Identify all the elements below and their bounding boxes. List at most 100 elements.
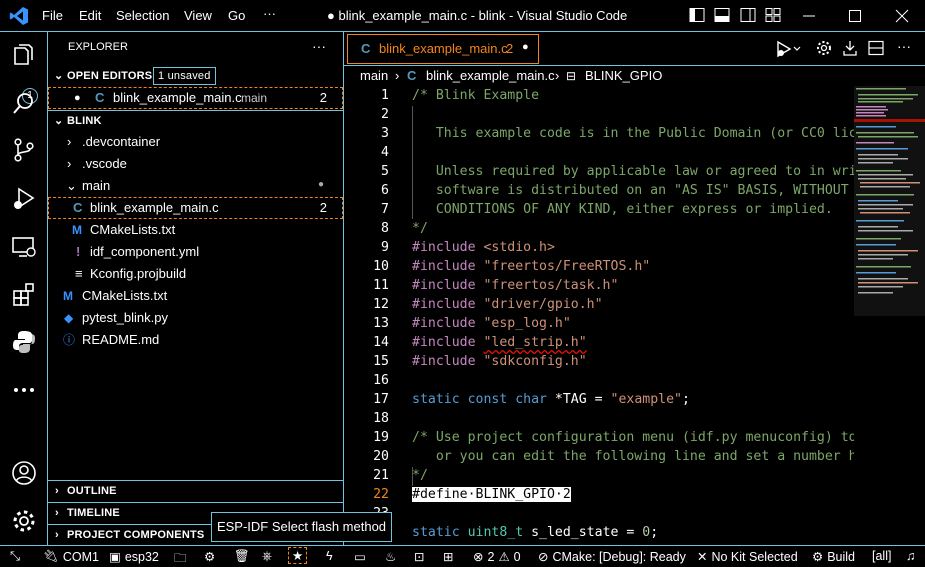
- tree-item-devcontainer[interactable]: › .devcontainer: [48, 131, 343, 153]
- menu-view[interactable]: View: [184, 8, 212, 23]
- code-text: CONDITIONS OF ANY KIND, either express o…: [412, 202, 833, 217]
- vscode-logo-icon[interactable]: [9, 6, 29, 26]
- preprocessor-keyword: #include: [412, 259, 484, 274]
- download-icon[interactable]: [842, 40, 858, 56]
- open-folder-icon[interactable]: 🗀: [174, 549, 187, 567]
- build-target-item[interactable]: [all]: [872, 549, 891, 563]
- tree-item-blink-main[interactable]: C blink_example_main.c 2: [48, 197, 343, 219]
- line-number: 10: [373, 259, 389, 274]
- minimize-icon[interactable]: [802, 9, 816, 23]
- code-editor[interactable]: 1 /* Blink Example 2 3 This example code is…: [344, 86, 854, 545]
- tree-item-kconfig[interactable]: ≡ Kconfig.projbuild: [48, 263, 343, 285]
- explorer-icon[interactable]: [11, 42, 37, 68]
- open-editor-item[interactable]: ● C blink_example_main.c main 2: [48, 87, 343, 109]
- remote-indicator-icon[interactable]: ⤡: [10, 549, 20, 564]
- serial-port-label: COM1: [62, 549, 99, 564]
- line-number: 18: [373, 411, 389, 426]
- line-number: 4: [381, 145, 389, 160]
- maximize-icon[interactable]: [848, 9, 862, 23]
- minimap[interactable]: [854, 86, 925, 545]
- select-flash-method-star-icon[interactable]: ★: [288, 547, 308, 564]
- trash-icon[interactable]: 🗑︎: [234, 549, 250, 564]
- chevron-down-icon: ⌄: [66, 178, 77, 193]
- tree-item-main[interactable]: ⌄ main ●: [48, 175, 343, 197]
- line-number: 1: [381, 88, 389, 103]
- code-line: #include "sdkconfig.h": [412, 354, 587, 369]
- monitor-icon[interactable]: ▭: [354, 549, 366, 564]
- chevron-right-icon: ›: [67, 156, 72, 171]
- tree-item-idf-component[interactable]: ! idf_component.yml: [48, 241, 343, 263]
- menu-selection[interactable]: Selection: [116, 8, 169, 23]
- breadcrumb-folder[interactable]: main: [360, 66, 388, 86]
- open-editors-header[interactable]: ⌄ OPEN EDITORS 1 unsaved: [48, 65, 343, 87]
- project-header[interactable]: ⌄ BLINK: [48, 110, 343, 132]
- editor-more-actions[interactable]: ···: [897, 38, 911, 54]
- close-icon[interactable]: [895, 9, 909, 23]
- flash-lightning-icon[interactable]: ϟ: [326, 549, 333, 563]
- customize-layout-icon[interactable]: [765, 7, 781, 23]
- tree-item-pytest[interactable]: ◆ pytest_blink.py: [48, 307, 343, 329]
- gear-icon[interactable]: [816, 40, 832, 56]
- problems-item[interactable]: ⊗ 2 ⚠︎ 0: [473, 549, 521, 565]
- menu-edit[interactable]: Edit: [79, 8, 101, 23]
- tree-item-cmakelists-root[interactable]: M CMakeLists.txt: [48, 285, 343, 307]
- code-text: */: [412, 468, 428, 483]
- include-path: "sdkconfig.h": [483, 354, 587, 369]
- code-line: This example code is in the Public Domai…: [412, 126, 854, 141]
- code-line: #include "freertos/FreeRTOS.h": [412, 259, 650, 274]
- tab-blink-example-main[interactable]: C blink_example_main.c 2 ●: [347, 34, 539, 64]
- breadcrumb-symbol[interactable]: BLINK_GPIO: [585, 66, 662, 86]
- unsaved-dot-icon[interactable]: ●: [74, 87, 81, 109]
- preprocessor-keyword: #include: [412, 316, 484, 331]
- terminal-icon[interactable]: ⊡: [414, 549, 424, 564]
- sdk-config-gear-icon[interactable]: ⚙: [204, 549, 215, 564]
- menu-more[interactable]: ···: [263, 6, 276, 21]
- editor-tab-bar: C blink_example_main.c 2 ● ···: [344, 32, 925, 66]
- build-item[interactable]: ⚙ Build: [812, 549, 856, 565]
- project-name: BLINK: [67, 115, 102, 127]
- tree-item-vscode[interactable]: › .vscode: [48, 153, 343, 175]
- chevron-right-icon: ›: [395, 68, 400, 83]
- settings-gear-icon[interactable]: [11, 508, 37, 534]
- toggle-secondary-sidebar-icon[interactable]: [740, 7, 756, 23]
- include-path: "freertos/task.h": [483, 278, 619, 293]
- sidebar-more-button[interactable]: ···: [312, 38, 326, 54]
- code-line: Unless required by applicable law or agr…: [412, 164, 854, 179]
- tree-item-readme[interactable]: ⓘ README.md: [48, 329, 343, 351]
- more-views-icon[interactable]: [11, 377, 37, 403]
- open-editor-filename: blink_example_main.c: [113, 90, 242, 105]
- menu-go[interactable]: Go: [228, 8, 245, 23]
- toggle-primary-sidebar-icon[interactable]: [689, 7, 705, 23]
- idf-target-item[interactable]: ▣ esp32: [109, 549, 159, 565]
- toggle-panel-icon[interactable]: [714, 7, 730, 23]
- outline-label: OUTLINE: [67, 485, 117, 497]
- serial-port-item[interactable]: 🔌︎ COM1: [43, 549, 99, 564]
- c-file-icon: C: [73, 200, 83, 215]
- tooltip: ESP-IDF Select flash method: [211, 512, 392, 542]
- extensions-icon[interactable]: [11, 282, 37, 308]
- remote-explorer-icon[interactable]: [11, 234, 37, 260]
- kit-selector-item[interactable]: ✕ No Kit Selected: [697, 549, 798, 565]
- run-code-icon[interactable]: [776, 40, 802, 58]
- code-line: CONDITIONS OF ANY KIND, either express o…: [412, 202, 833, 217]
- menu-file[interactable]: File: [42, 8, 63, 23]
- build-label: Build: [827, 549, 856, 564]
- search-icon[interactable]: [11, 90, 37, 116]
- cmake-file-icon: M: [72, 223, 82, 237]
- c-file-icon: C: [95, 90, 105, 105]
- accounts-icon[interactable]: [11, 460, 37, 486]
- source-control-icon[interactable]: [11, 137, 37, 163]
- python-icon[interactable]: [11, 329, 37, 355]
- split-editor-icon[interactable]: [868, 40, 884, 56]
- unsaved-dot-icon[interactable]: ●: [522, 41, 529, 53]
- outline-header[interactable]: › OUTLINE: [48, 480, 343, 502]
- tree-item-label: CMakeLists.txt: [82, 288, 168, 303]
- tasks-icon[interactable]: ⊞: [443, 549, 453, 564]
- cmake-status-item[interactable]: ⊘ CMake: [Debug]: Ready: [538, 549, 686, 565]
- notifications-bell-icon[interactable]: ♫: [906, 549, 915, 563]
- flame-icon[interactable]: ♨: [385, 549, 396, 564]
- tree-item-cmakelists-main[interactable]: M CMakeLists.txt: [48, 219, 343, 241]
- breadcrumb-file[interactable]: blink_example_main.c: [426, 66, 555, 86]
- run-debug-icon[interactable]: [11, 186, 37, 212]
- build-wrench-icon[interactable]: ⎈: [262, 549, 272, 564]
